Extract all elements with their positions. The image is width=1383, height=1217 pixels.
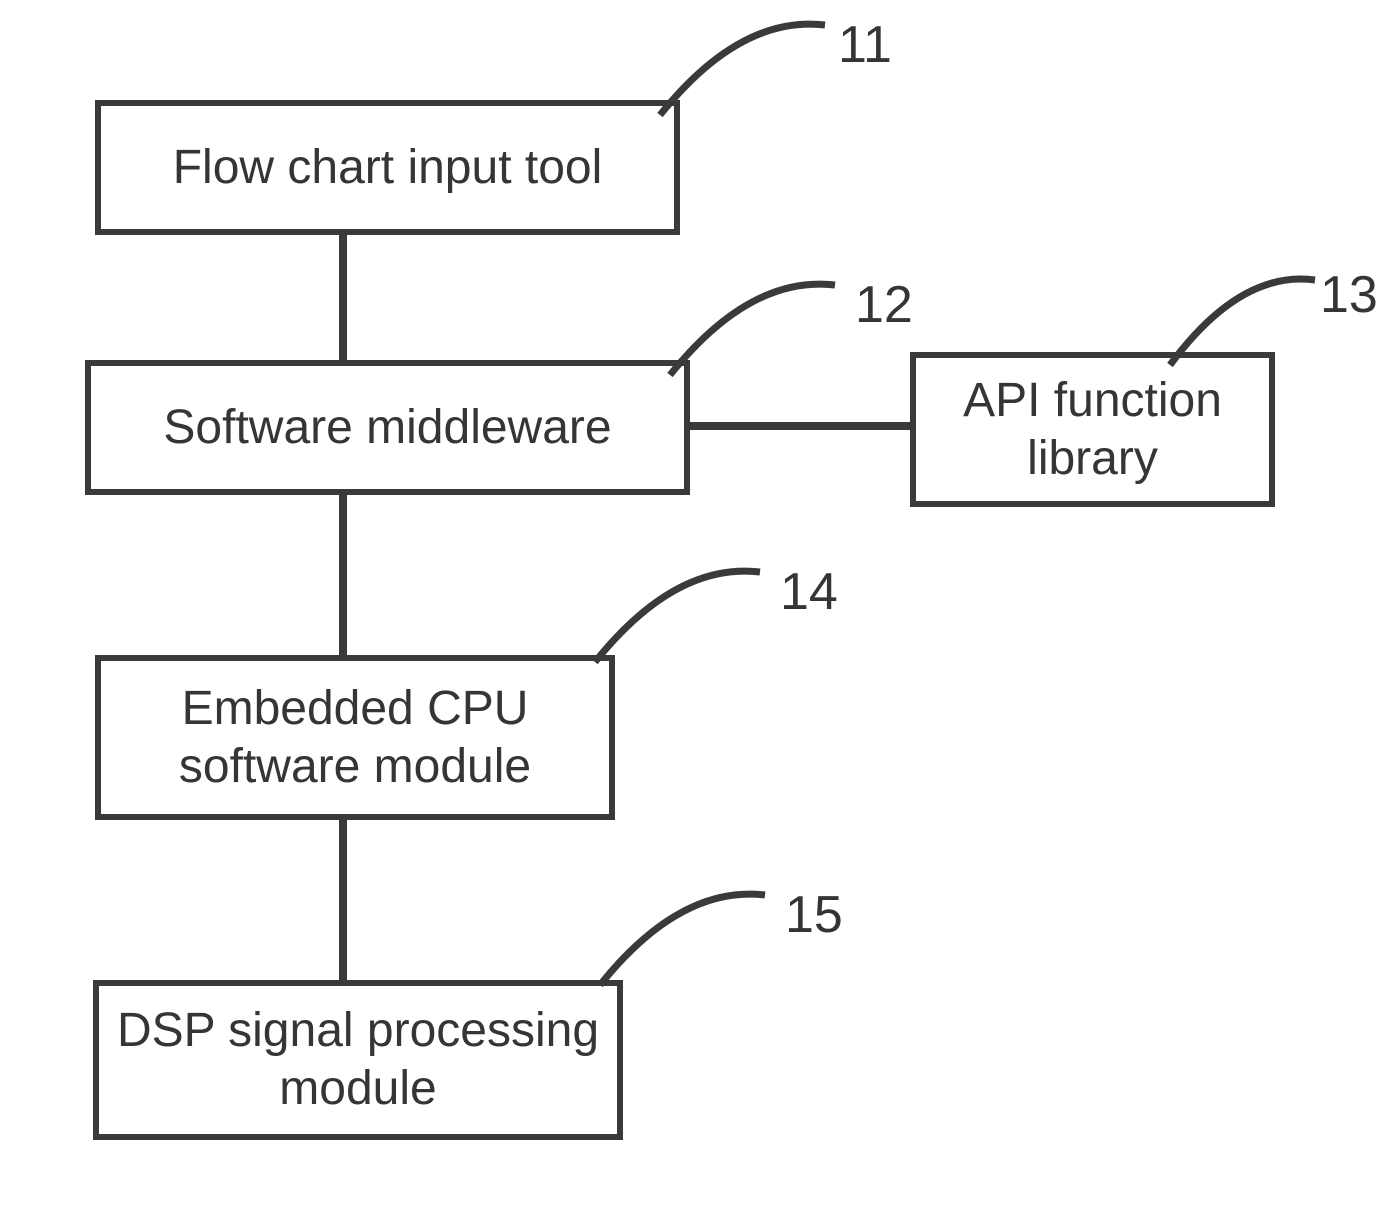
ref-label-11: 11 (838, 15, 892, 75)
box-12-label: Software middleware (163, 399, 611, 457)
connector-11-12 (339, 235, 347, 360)
ref-label-14: 14 (780, 562, 838, 622)
callout-curve-13 (1160, 270, 1320, 370)
ref-label-13: 13 (1320, 265, 1378, 325)
ref-label-15: 15 (785, 885, 843, 945)
software-middleware-box: Software middleware (85, 360, 690, 495)
connector-12-13 (690, 422, 910, 430)
callout-curve-11 (650, 15, 830, 125)
callout-curve-15 (590, 885, 770, 995)
ref-label-12: 12 (855, 275, 913, 335)
box-15-label: DSP signal processing module (109, 1002, 607, 1117)
connector-14-15 (339, 820, 347, 980)
dsp-signal-processing-box: DSP signal processing module (93, 980, 623, 1140)
box-13-label: API function library (926, 372, 1259, 487)
box-14-label: Embedded CPU software module (111, 680, 599, 795)
connector-12-14 (339, 495, 347, 655)
callout-curve-14 (585, 562, 765, 672)
embedded-cpu-module-box: Embedded CPU software module (95, 655, 615, 820)
box-11-label: Flow chart input tool (173, 139, 603, 197)
api-function-library-box: API function library (910, 352, 1275, 507)
flowchart-input-tool-box: Flow chart input tool (95, 100, 680, 235)
callout-curve-12 (660, 275, 840, 385)
